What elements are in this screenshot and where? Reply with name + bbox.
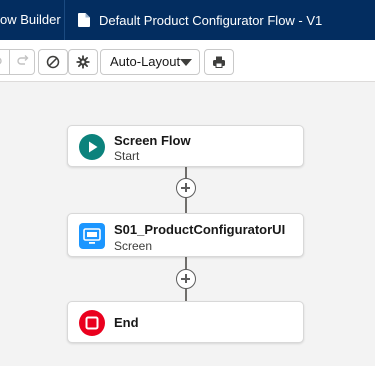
flow-title-tab[interactable]: Default Product Configurator Flow - V1 xyxy=(78,0,322,40)
disable-icon xyxy=(46,55,60,69)
app-name[interactable]: ow Builder xyxy=(0,0,61,40)
layout-select-value: Auto-Layout xyxy=(110,54,181,69)
settings-icon xyxy=(76,55,90,69)
connector-line xyxy=(185,198,187,213)
undo-icon xyxy=(0,53,3,72)
print-icon xyxy=(212,55,226,69)
chevron-down-icon xyxy=(180,59,192,66)
header-divider xyxy=(64,0,65,40)
layout-select[interactable]: Auto-Layout xyxy=(100,49,200,75)
disable-button[interactable] xyxy=(38,49,68,75)
print-button[interactable] xyxy=(204,49,234,75)
connector-line xyxy=(185,166,187,178)
flow-canvas[interactable]: Screen Flow Start S01_ProductConfigurato… xyxy=(0,82,375,366)
node-title: End xyxy=(114,315,139,330)
node-subtitle: Start xyxy=(114,149,140,163)
flow-title: Default Product Configurator Flow - V1 xyxy=(99,12,323,28)
redo-icon xyxy=(16,53,30,72)
connector-line xyxy=(185,257,187,269)
redo-button[interactable] xyxy=(9,50,34,74)
connector-line xyxy=(185,289,187,301)
add-element-button[interactable] xyxy=(176,178,196,198)
node-title: S01_ProductConfiguratorUI xyxy=(114,222,286,237)
toolbar: Auto-Layout xyxy=(0,40,375,82)
undo-button[interactable] xyxy=(0,50,9,74)
screen-node[interactable]: S01_ProductConfiguratorUI Screen xyxy=(67,213,304,257)
app-header: ow Builder Default Product Configurator … xyxy=(0,0,375,40)
play-icon xyxy=(79,134,105,160)
node-subtitle: Screen xyxy=(114,239,153,253)
node-title: Screen Flow xyxy=(114,133,191,148)
start-node[interactable]: Screen Flow Start xyxy=(67,125,304,167)
settings-button[interactable] xyxy=(68,49,98,75)
document-icon xyxy=(78,13,99,27)
stop-icon xyxy=(79,310,105,336)
screen-icon xyxy=(79,223,105,249)
add-element-button[interactable] xyxy=(176,269,196,289)
end-node[interactable]: End xyxy=(67,301,304,343)
undo-redo-group xyxy=(0,49,35,75)
